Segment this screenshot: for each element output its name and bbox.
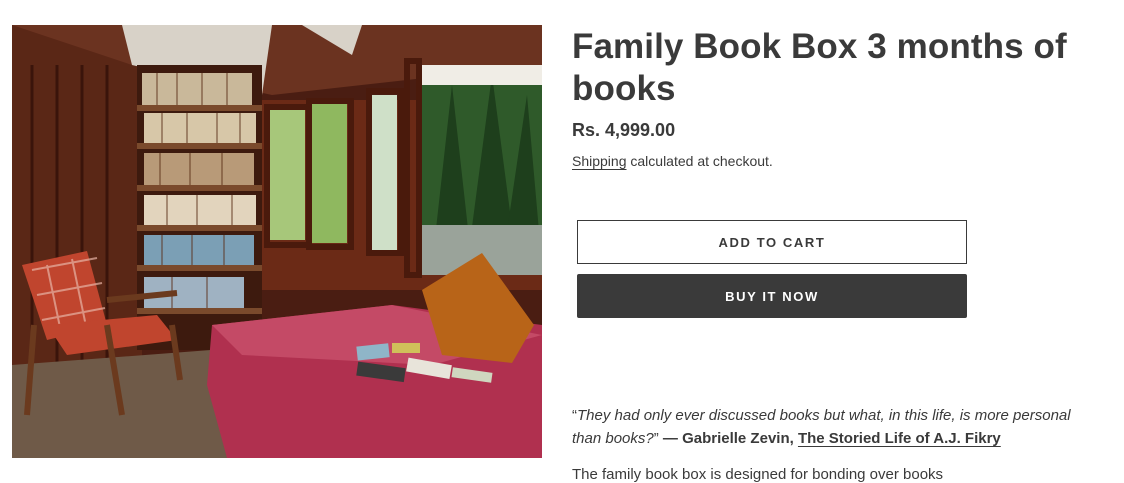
product-title: Family Book Box 3 months of books xyxy=(572,27,1067,108)
product-info: Family Book Box 3 months of books Rs. 4,… xyxy=(572,26,1092,169)
buy-it-now-button[interactable]: Buy it now xyxy=(577,274,967,318)
add-to-cart-button[interactable]: Add to cart xyxy=(577,220,967,264)
shipping-note: Shipping calculated at checkout. xyxy=(572,153,1092,169)
shipping-text: calculated at checkout. xyxy=(626,153,773,169)
reading-room-illustration xyxy=(12,25,542,458)
product-quote: “They had only ever discussed books but … xyxy=(572,404,1092,450)
product-image[interactable] xyxy=(12,25,542,458)
quote-attribution: — Gabrielle Zevin, xyxy=(658,430,798,447)
book-title-link[interactable]: The Storied Life of A.J. Fikry xyxy=(798,430,1001,447)
shipping-link[interactable]: Shipping xyxy=(572,153,627,169)
product-description: The family book box is designed for bond… xyxy=(572,466,944,483)
product-price: Rs. 4,999.00 xyxy=(572,120,676,140)
